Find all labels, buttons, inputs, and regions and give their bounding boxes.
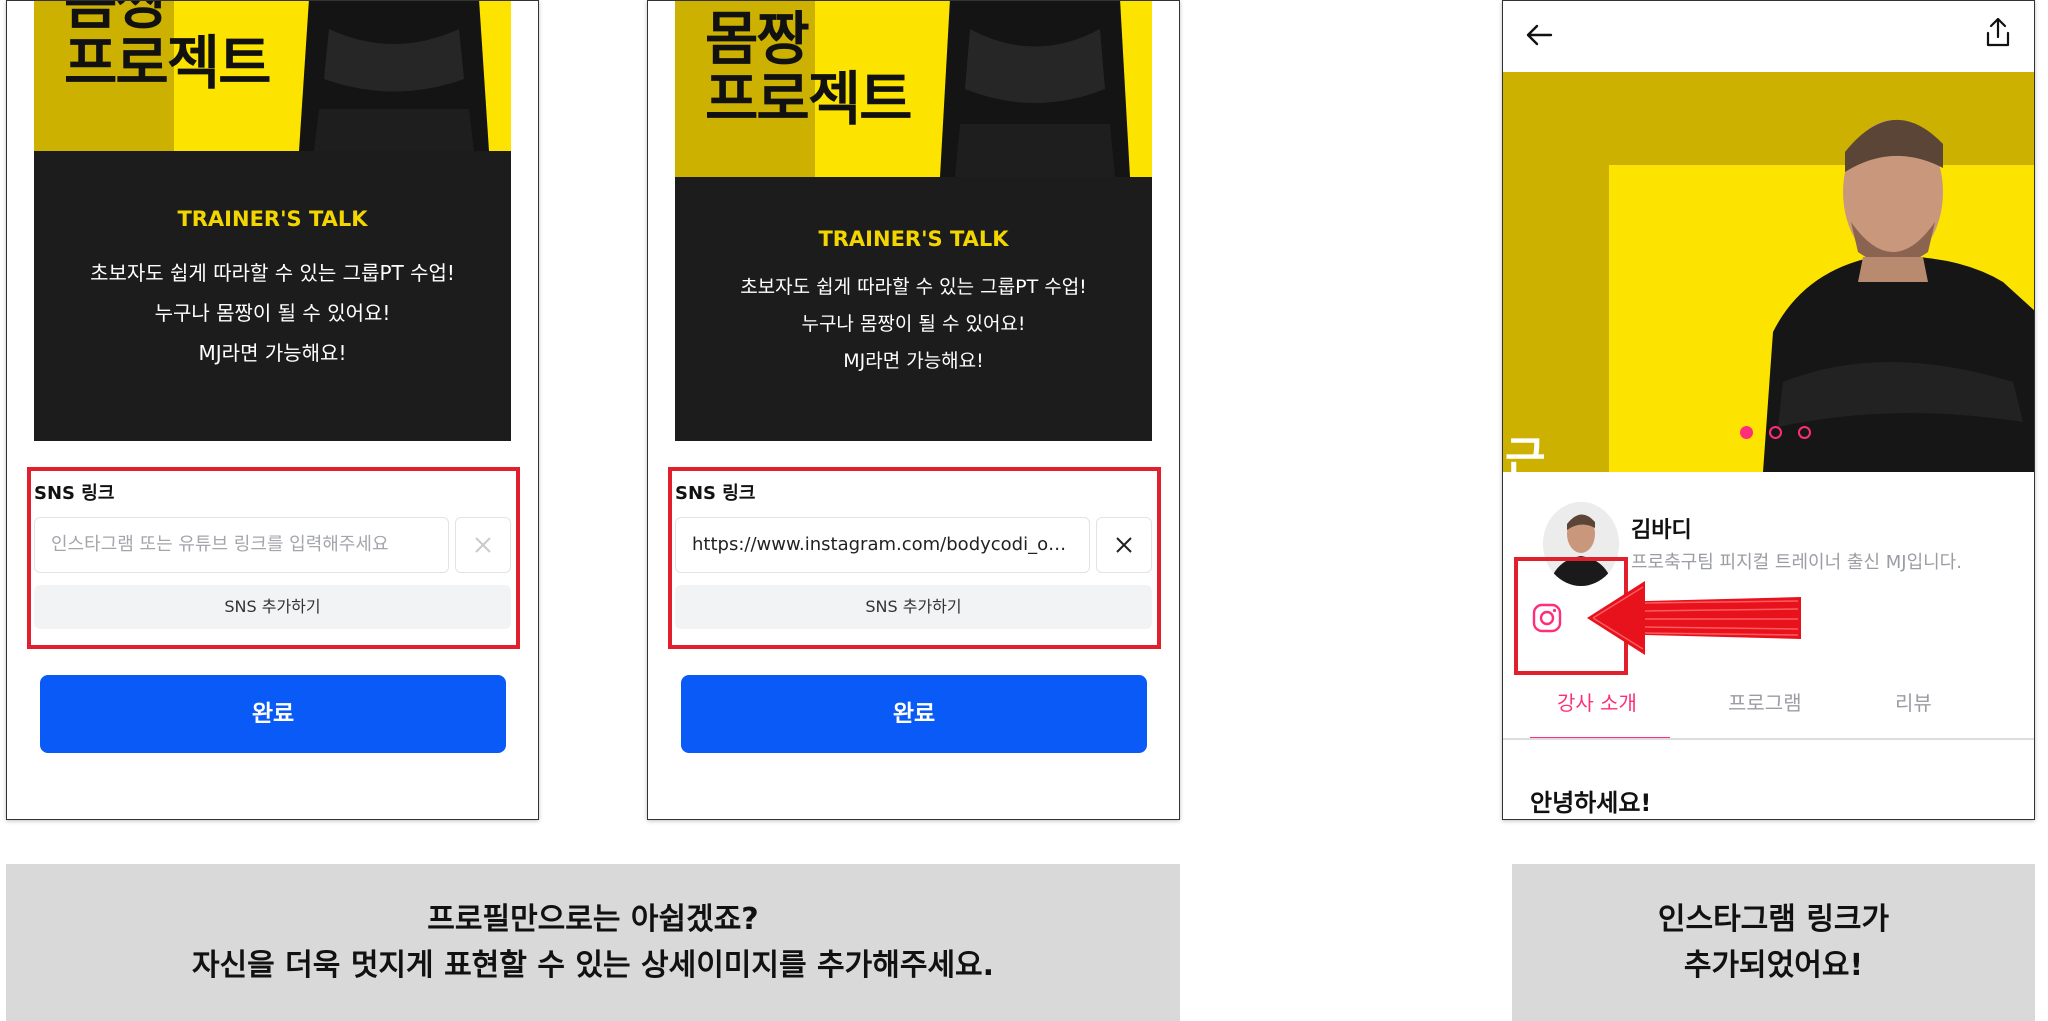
sns-add-button[interactable]: SNS 추가하기 xyxy=(34,585,511,629)
carousel-indicator xyxy=(1740,426,1811,439)
close-icon xyxy=(475,537,491,553)
carousel-dot[interactable] xyxy=(1740,426,1753,439)
sns-clear-button[interactable] xyxy=(1096,517,1152,573)
phone-screen-filled: 몸짱 프로젝트 TRAINER'S TALK 초보자도 쉽게 따라할 수 있는 … xyxy=(647,0,1180,820)
profile-tabs: 강사 소개 프로그램 리뷰 xyxy=(1503,681,2034,741)
phone-screen-empty: 몸짱 프로젝트 TRAINER'S TALK 초보자도 쉽게 따라할 수 있는 … xyxy=(6,0,539,820)
sns-link-label: SNS 링크 xyxy=(34,483,115,504)
red-arrow-annotation xyxy=(1587,581,1801,655)
sns-link-input[interactable]: 인스타그램 또는 유튜브 링크를 입력해주세요 xyxy=(34,517,449,573)
top-bar xyxy=(1503,1,2034,71)
done-button[interactable]: 완료 xyxy=(40,675,506,753)
trainer-photo xyxy=(940,1,1130,177)
trainers-talk-line: 누구나 몸짱이 될 수 있어요! xyxy=(154,301,391,325)
trainer-photo xyxy=(299,1,489,151)
trainers-talk-line: MJ라면 가능해요! xyxy=(843,350,984,372)
tab-program[interactable]: 프로그램 xyxy=(1728,687,1802,716)
close-icon xyxy=(1116,537,1132,553)
tab-instructor-intro[interactable]: 강사 소개 xyxy=(1557,687,1637,716)
trainers-talk-card: TRAINER'S TALK 초보자도 쉽게 따라할 수 있는 그룹PT 수업!… xyxy=(34,151,511,441)
sns-link-label: SNS 링크 xyxy=(675,483,756,504)
caption-right: 인스타그램 링크가 추가되었어요! xyxy=(1512,864,2035,1021)
trainer-photo xyxy=(1763,119,2034,472)
carousel-dot[interactable] xyxy=(1769,426,1782,439)
trainers-talk-title: TRAINER'S TALK xyxy=(177,207,368,231)
phone-screen-profile: 근 김바디 프로축구팀 피지컬 트레이너 출신 MJ입니다. 강사 소개 프로그… xyxy=(1502,0,2035,820)
profile-description: 프로축구팀 피지컬 트레이너 출신 MJ입니다. xyxy=(1631,552,1962,573)
profile-hero-image[interactable]: 근 xyxy=(1503,72,2034,472)
tab-divider xyxy=(1503,738,2034,740)
sns-clear-button[interactable] xyxy=(455,517,511,573)
trainers-talk-line: MJ라면 가능해요! xyxy=(198,341,347,365)
section-title: 안녕하세요! xyxy=(1530,789,1652,817)
hero-partial-text: 근 xyxy=(1505,433,1546,472)
banner-title: 몸짱 프로젝트 xyxy=(64,0,271,97)
trainers-talk-title: TRAINER'S TALK xyxy=(818,227,1009,251)
share-icon[interactable] xyxy=(1982,15,2014,49)
trainers-talk-line: 초보자도 쉽게 따라할 수 있는 그룹PT 수업! xyxy=(90,261,455,285)
profile-name: 김바디 xyxy=(1631,518,1692,543)
trainers-talk-line: 누구나 몸짱이 될 수 있어요! xyxy=(801,313,1026,335)
trainers-talk-card: TRAINER'S TALK 초보자도 쉽게 따라할 수 있는 그룹PT 수업!… xyxy=(675,177,1152,441)
tab-review[interactable]: 리뷰 xyxy=(1895,687,1932,716)
promo-banner: 몸짱 프로젝트 xyxy=(34,0,511,151)
back-arrow-icon[interactable] xyxy=(1523,19,1555,51)
banner-title: 몸짱 프로젝트 xyxy=(705,5,912,133)
caption-left: 프로필만으로는 아쉽겠죠? 자신을 더욱 멋지게 표현할 수 있는 상세이미지를… xyxy=(6,864,1180,1021)
trainers-talk-line: 초보자도 쉽게 따라할 수 있는 그룹PT 수업! xyxy=(740,276,1087,298)
carousel-dot[interactable] xyxy=(1798,426,1811,439)
sns-link-input[interactable]: https://www.instagram.com/bodycodi_o… xyxy=(675,517,1090,573)
sns-add-button[interactable]: SNS 추가하기 xyxy=(675,585,1152,629)
promo-banner: 몸짱 프로젝트 xyxy=(675,1,1152,177)
done-button[interactable]: 완료 xyxy=(681,675,1147,753)
